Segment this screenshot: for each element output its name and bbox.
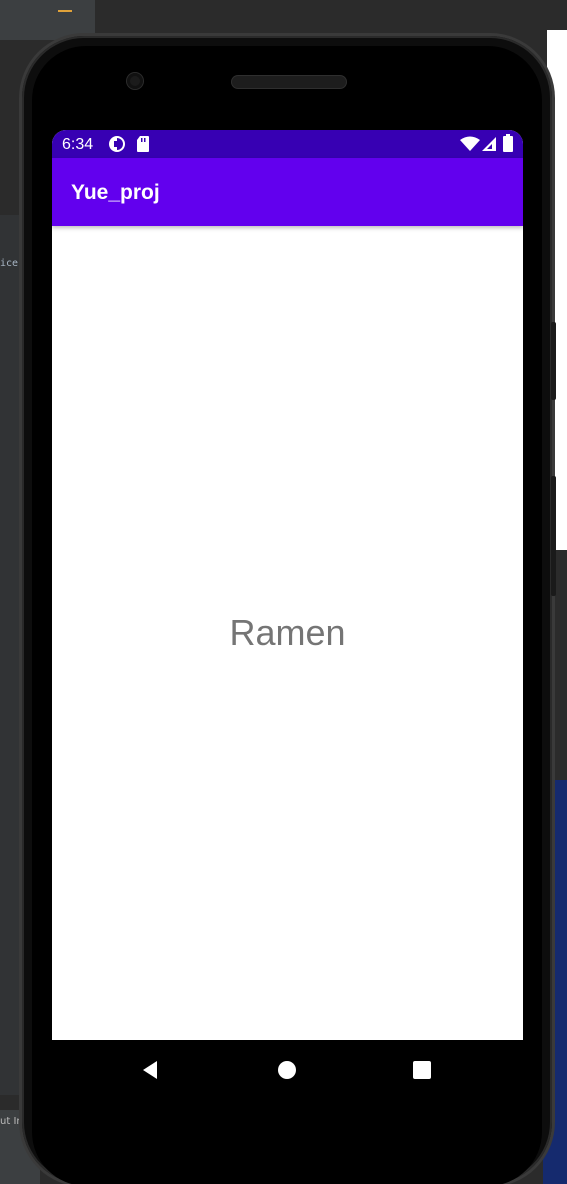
battery-icon <box>503 134 513 157</box>
status-time: 6:34 <box>62 136 94 153</box>
app-title: Yue_proj <box>71 181 160 204</box>
data-saver-icon <box>108 135 126 158</box>
volume-button[interactable] <box>551 476 556 596</box>
screenshot-stage: ice" ut In 6:34 Yue_proj Ramen <box>0 0 567 1184</box>
main-text-label: Ramen <box>229 612 346 653</box>
power-button[interactable] <box>551 322 556 400</box>
earpiece-speaker <box>232 76 346 88</box>
app-toolbar: Yue_proj <box>52 158 523 226</box>
wifi-icon <box>460 136 480 157</box>
device-screen: 6:34 Yue_proj Ramen <box>52 130 523 1040</box>
overview-icon[interactable] <box>410 1058 434 1082</box>
back-icon[interactable] <box>139 1058 163 1082</box>
cell-signal-icon <box>481 136 497 157</box>
front-camera <box>127 73 143 89</box>
ide-toolbar <box>0 0 95 40</box>
home-icon[interactable] <box>275 1058 299 1082</box>
ide-tab-indicator <box>58 10 72 12</box>
navigation-bar <box>52 1040 523 1098</box>
sd-card-icon <box>136 135 150 158</box>
ide-code-fragment: ice" <box>0 258 25 269</box>
status-bar: 6:34 <box>52 130 523 158</box>
